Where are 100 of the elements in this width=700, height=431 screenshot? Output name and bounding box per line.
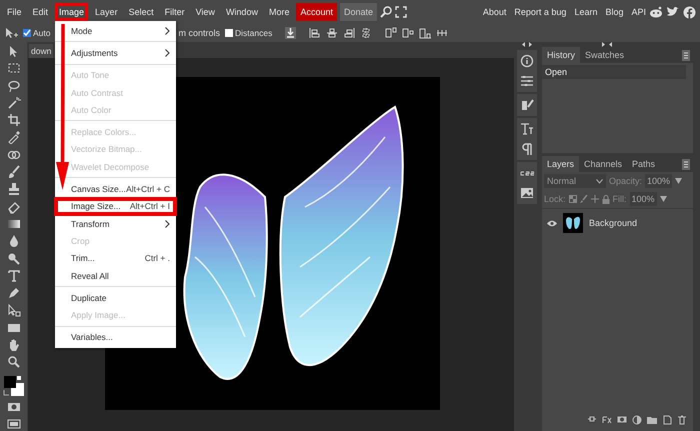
eraser-icon[interactable]: [6, 200, 20, 214]
align-icon[interactable]: [360, 27, 372, 39]
move-tool-icon[interactable]: [4, 27, 18, 39]
checkbox-label: Distances: [235, 28, 272, 38]
menu-item[interactable]: File: [3, 3, 26, 21]
blend-mode-dropdown[interactable]: Normal: [544, 174, 606, 188]
distribute-icon[interactable]: [385, 27, 398, 39]
path-select-icon[interactable]: [6, 303, 20, 318]
lock-label: Lock:: [544, 194, 566, 204]
marquee-icon[interactable]: [6, 61, 20, 76]
eyedropper-icon[interactable]: [6, 130, 20, 144]
bird-icon[interactable]: [666, 6, 680, 18]
info-icon[interactable]: [520, 54, 534, 68]
lasso-icon[interactable]: [6, 78, 20, 93]
menu-item[interactable]: Account: [296, 3, 337, 21]
shortcut-label: Alt+Ctrl + I: [130, 201, 170, 212]
lock-icon[interactable]: [602, 194, 610, 204]
panel-tab[interactable]: Layers: [542, 156, 580, 172]
magnifier-icon[interactable]: [6, 252, 20, 266]
menu-item[interactable]: Select: [124, 3, 158, 21]
chevron-down-icon: [596, 178, 603, 184]
align-icon[interactable]: [309, 27, 322, 39]
menu-link[interactable]: Report a bug: [514, 7, 566, 17]
option-label: m controls: [178, 28, 220, 38]
eye-icon[interactable]: [547, 220, 557, 226]
menu-item[interactable]: Donate: [340, 3, 378, 21]
history-entry[interactable]: Open: [542, 65, 686, 79]
brush-icon[interactable]: [6, 165, 20, 180]
menu-option[interactable]: Reveal All: [55, 266, 176, 284]
expand-arrows-icon[interactable]: [522, 42, 532, 47]
paragraph-icon[interactable]: [520, 142, 534, 156]
pen-icon[interactable]: [6, 286, 20, 300]
menu-item[interactable]: Edit: [28, 3, 52, 21]
half-circle-icon[interactable]: [632, 415, 642, 425]
menu-item[interactable]: More: [264, 3, 294, 21]
character-icon[interactable]: [520, 122, 534, 136]
menu-item[interactable]: Image: [55, 3, 88, 21]
panel-tab[interactable]: Paths: [627, 156, 660, 172]
distribute-icon[interactable]: [402, 27, 414, 39]
brush-icon[interactable]: [580, 195, 588, 203]
document-tab[interactable]: down: [29, 44, 54, 58]
panel-tab[interactable]: History: [542, 47, 580, 63]
search-icon[interactable]: [380, 6, 392, 18]
triangle-down-icon[interactable]: [660, 196, 667, 202]
distribute-icon[interactable]: [419, 27, 432, 39]
layer-thumbnail: [563, 213, 583, 233]
panel-menu-icon[interactable]: [682, 158, 690, 170]
checker-icon[interactable]: [568, 195, 577, 203]
menu-option[interactable]: Trim... Ctrl + .: [55, 250, 176, 267]
fill-label: Fill:: [612, 194, 627, 204]
color-swatches-icon[interactable]: [2, 374, 24, 397]
picture-icon[interactable]: [520, 186, 534, 200]
opacity-field[interactable]: 100%: [645, 174, 672, 188]
wand-icon[interactable]: [6, 96, 20, 110]
crop-icon[interactable]: [6, 113, 20, 128]
sliders-icon[interactable]: [520, 74, 534, 88]
menu-item[interactable]: Filter: [160, 3, 189, 21]
menu-item[interactable]: Layer: [91, 3, 122, 21]
menu-link[interactable]: API: [631, 7, 646, 17]
menu-item[interactable]: Window: [222, 3, 262, 21]
checkbox[interactable]: [23, 29, 31, 37]
screen-mode-icon[interactable]: [6, 417, 20, 431]
menu-item[interactable]: View: [192, 3, 219, 21]
fx-icon[interactable]: [602, 415, 612, 425]
align-icon[interactable]: [343, 27, 356, 39]
opacity-label: Opacity:: [609, 176, 642, 186]
panel-tab[interactable]: Swatches: [580, 47, 630, 63]
shortcut-label: Alt+Ctrl + C: [126, 184, 170, 194]
menu-link[interactable]: Blog: [605, 7, 624, 17]
menu-option[interactable]: Adjustments: [55, 44, 176, 62]
stamp-icon[interactable]: [6, 182, 20, 196]
folder-icon[interactable]: [647, 415, 657, 425]
align-icon[interactable]: [326, 27, 338, 39]
zoom-icon[interactable]: [6, 355, 20, 370]
menu-link[interactable]: About: [482, 7, 506, 17]
panel-tab[interactable]: Channels: [579, 156, 628, 172]
shortcut-label: Ctrl + .: [144, 253, 170, 264]
collapse-arrows-icon[interactable]: [602, 42, 612, 47]
triangle-down-icon[interactable]: [675, 178, 682, 184]
menu-option[interactable]: Mode: [55, 22, 176, 40]
menu-option[interactable]: Transform: [55, 214, 176, 232]
checkbox[interactable]: [225, 29, 234, 37]
brush-settings-icon[interactable]: [520, 98, 534, 112]
menu-option[interactable]: Duplicate: [55, 289, 176, 306]
panel-menu-icon[interactable]: [682, 50, 690, 60]
mask-icon[interactable]: [617, 415, 627, 425]
type-tool-icon[interactable]: [6, 268, 20, 283]
menu-link[interactable]: Learn: [574, 7, 598, 17]
move-arrows-icon[interactable]: [590, 195, 599, 203]
download-icon[interactable]: [285, 27, 296, 39]
new-page-icon[interactable]: [662, 415, 672, 425]
menu-option[interactable]: Image Size... Alt+Ctrl + I: [55, 198, 176, 215]
trash-icon[interactable]: [677, 415, 687, 425]
f-circle-icon[interactable]: [683, 6, 696, 18]
fullscreen-icon[interactable]: [395, 6, 408, 18]
menu-option[interactable]: Variables...: [55, 328, 176, 346]
menu-option[interactable]: Canvas Size...Alt+Ctrl + C: [55, 180, 176, 198]
layer-row[interactable]: Background: [542, 213, 693, 233]
fill-field[interactable]: 100%: [630, 192, 657, 206]
distribute-icon[interactable]: [436, 27, 448, 39]
